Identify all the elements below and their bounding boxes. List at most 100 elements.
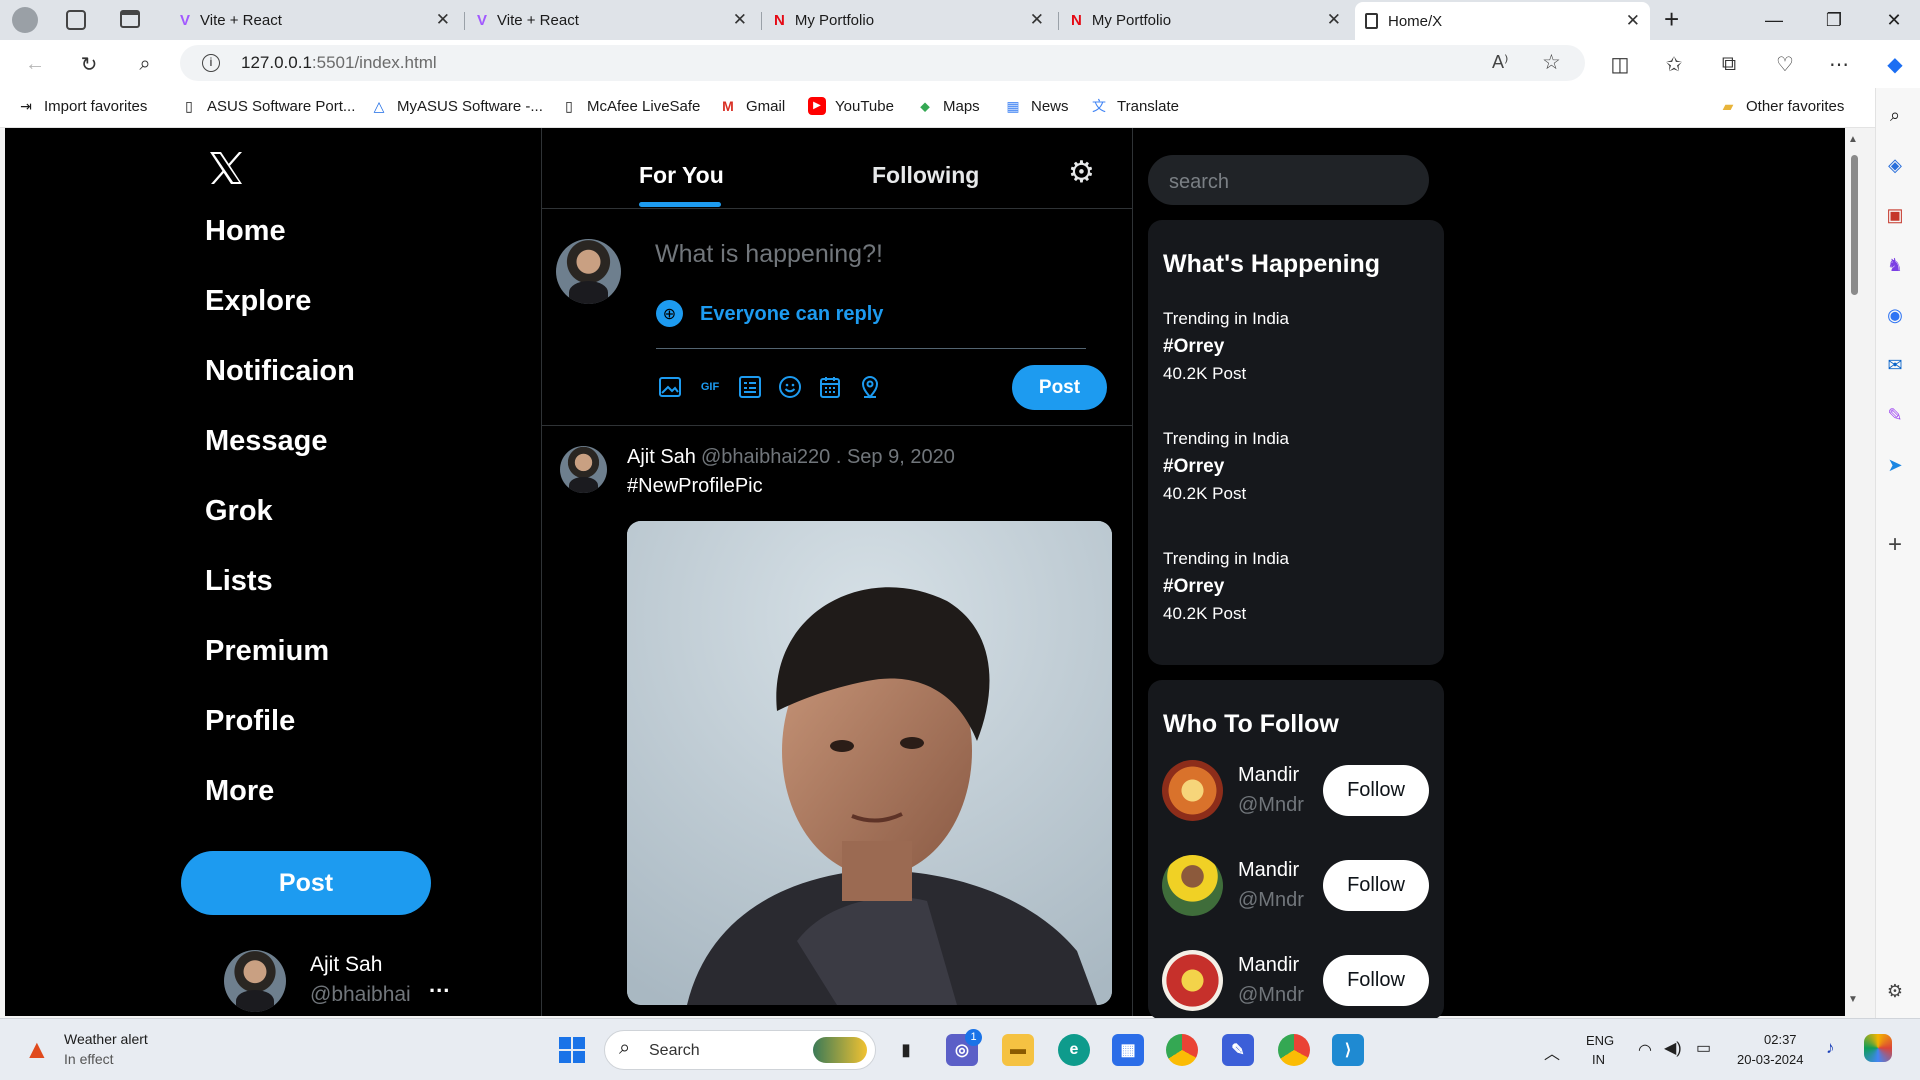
- follow-button[interactable]: Follow: [1323, 860, 1429, 911]
- taskbar-search[interactable]: ⌕ Search: [604, 1030, 876, 1070]
- restore-icon[interactable]: ❐: [1804, 0, 1864, 40]
- nav-grok[interactable]: Grok: [205, 495, 273, 528]
- favorite-link[interactable]: ▯ ASUS Software Port...: [180, 97, 355, 115]
- browser-essentials-icon[interactable]: ♡: [1770, 49, 1800, 79]
- wifi-icon[interactable]: ◠: [1638, 1040, 1652, 1060]
- favorite-star-icon[interactable]: ☆: [1542, 50, 1561, 75]
- battery-icon[interactable]: ▭: [1696, 1038, 1711, 1058]
- scroll-down-icon[interactable]: ▼: [1848, 994, 1858, 1005]
- browser-tab[interactable]: N My Portfolio ✕: [764, 4, 1054, 36]
- workspaces-icon[interactable]: [66, 10, 86, 30]
- tab-for-you[interactable]: For You: [639, 162, 724, 189]
- nav-profile[interactable]: Profile: [205, 705, 295, 738]
- shopping-tag-icon[interactable]: ◈: [1880, 150, 1910, 180]
- tools-icon[interactable]: ▣: [1880, 200, 1910, 230]
- volume-icon[interactable]: ◀): [1664, 1038, 1682, 1058]
- games-icon[interactable]: ♞: [1880, 250, 1910, 280]
- trend-tag[interactable]: #Orrey: [1163, 576, 1224, 598]
- favorite-link[interactable]: ▶ YouTube: [808, 97, 894, 115]
- split-screen-icon[interactable]: ◫: [1605, 49, 1635, 79]
- sidebar-settings-icon[interactable]: ⚙: [1880, 976, 1910, 1006]
- follow-avatar[interactable]: [1162, 950, 1223, 1011]
- emoji-icon[interactable]: [776, 373, 804, 401]
- composer-input[interactable]: What is happening?!: [655, 240, 883, 269]
- follow-name[interactable]: Mandir: [1238, 859, 1299, 882]
- favorite-link[interactable]: ▦ News: [1004, 97, 1068, 115]
- composer-avatar[interactable]: [556, 239, 621, 304]
- new-tab-icon[interactable]: +: [1664, 4, 1679, 35]
- more-icon[interactable]: ⋯: [1824, 49, 1854, 79]
- schedule-icon[interactable]: [816, 373, 844, 401]
- store-icon[interactable]: ▦: [1112, 1034, 1144, 1066]
- designer-icon[interactable]: ✎: [1880, 400, 1910, 430]
- notification-bell-icon[interactable]: ♪: [1826, 1038, 1835, 1058]
- read-aloud-icon[interactable]: A⁾: [1492, 52, 1508, 73]
- profile-avatar-icon[interactable]: [12, 7, 38, 33]
- other-favorites[interactable]: ▰ Other favorites: [1719, 97, 1845, 115]
- browser-tab-active[interactable]: Home/X ✕: [1355, 2, 1650, 40]
- user-avatar[interactable]: [224, 950, 286, 1012]
- follow-name[interactable]: Mandir: [1238, 764, 1299, 787]
- nav-message[interactable]: Message: [205, 425, 328, 458]
- edge-icon[interactable]: e: [1058, 1034, 1090, 1066]
- location-icon[interactable]: [856, 373, 884, 401]
- weather-title[interactable]: Weather alert: [64, 1031, 148, 1047]
- account-more-button[interactable]: ...: [429, 972, 450, 998]
- copilot-taskbar-icon[interactable]: [1864, 1034, 1892, 1062]
- close-tab-icon[interactable]: ✕: [1327, 10, 1341, 30]
- file-explorer-icon[interactable]: ▬: [1002, 1034, 1034, 1066]
- close-tab-icon[interactable]: ✕: [733, 10, 747, 30]
- search-input[interactable]: search: [1148, 155, 1429, 205]
- nav-notification[interactable]: Notificaion: [205, 355, 355, 388]
- gif-icon[interactable]: GIF: [696, 373, 724, 401]
- favorite-link[interactable]: ▯ McAfee LiveSafe: [560, 97, 700, 115]
- trend-tag[interactable]: #Orrey: [1163, 336, 1224, 358]
- add-sidebar-icon[interactable]: +: [1880, 530, 1910, 560]
- info-icon[interactable]: i: [202, 54, 220, 72]
- show-hidden-icons-icon[interactable]: ︿: [1544, 1040, 1560, 1064]
- reply-setting-button[interactable]: Everyone can reply: [700, 303, 883, 326]
- follow-button[interactable]: Follow: [1323, 765, 1429, 816]
- follow-avatar[interactable]: [1162, 855, 1223, 916]
- follow-name[interactable]: Mandir: [1238, 954, 1299, 977]
- nav-home[interactable]: Home: [205, 215, 286, 248]
- search-icon[interactable]: ⌕: [130, 49, 160, 79]
- refresh-icon[interactable]: ↻: [74, 49, 104, 79]
- post-button[interactable]: Post: [181, 851, 431, 915]
- close-tab-icon[interactable]: ✕: [1626, 11, 1640, 31]
- favorite-import[interactable]: ⇥ Import favorites: [17, 97, 147, 115]
- chrome-profile-icon[interactable]: [1278, 1034, 1310, 1066]
- close-window-icon[interactable]: ✕: [1864, 0, 1920, 40]
- task-view-icon[interactable]: ▮: [890, 1034, 922, 1066]
- favorite-link[interactable]: 文 Translate: [1090, 97, 1179, 115]
- nav-premium[interactable]: Premium: [205, 635, 329, 668]
- nav-explore[interactable]: Explore: [205, 285, 311, 318]
- favorite-link[interactable]: △ MyASUS Software -...: [370, 97, 543, 115]
- page-scrollbar-thumb[interactable]: [1851, 155, 1858, 295]
- tweet-image[interactable]: [627, 521, 1112, 1005]
- trend-tag[interactable]: #Orrey: [1163, 456, 1224, 478]
- drop-icon[interactable]: ➤: [1880, 450, 1910, 480]
- follow-button[interactable]: Follow: [1323, 955, 1429, 1006]
- browser-tab[interactable]: V Vite + React ✕: [170, 4, 460, 36]
- browser-tab[interactable]: V Vite + React ✕: [467, 4, 757, 36]
- nav-more[interactable]: More: [205, 775, 274, 808]
- close-tab-icon[interactable]: ✕: [436, 10, 450, 30]
- vscode-icon[interactable]: ⟩: [1332, 1034, 1364, 1066]
- start-icon[interactable]: [556, 1034, 588, 1066]
- favorite-link[interactable]: M Gmail: [719, 97, 785, 115]
- close-tab-icon[interactable]: ✕: [1030, 10, 1044, 30]
- scroll-up-icon[interactable]: ▲: [1848, 134, 1858, 145]
- sidebar-search-icon[interactable]: ⌕: [1880, 100, 1910, 130]
- url-text[interactable]: 127.0.0.1:5501/index.html: [241, 53, 437, 73]
- minimize-icon[interactable]: —: [1744, 0, 1804, 40]
- image-icon[interactable]: [656, 373, 684, 401]
- weather-alert-icon[interactable]: ▲: [24, 1034, 50, 1065]
- tweet-author-name[interactable]: Ajit Sah: [627, 446, 696, 469]
- browser-tab[interactable]: N My Portfolio ✕: [1061, 4, 1351, 36]
- clock-time[interactable]: 02:37: [1764, 1032, 1797, 1047]
- tweet-avatar[interactable]: [560, 446, 607, 493]
- favorite-link[interactable]: ⬥ Maps: [916, 97, 980, 115]
- microsoft365-icon[interactable]: ◉: [1880, 300, 1910, 330]
- tab-following[interactable]: Following: [872, 162, 979, 189]
